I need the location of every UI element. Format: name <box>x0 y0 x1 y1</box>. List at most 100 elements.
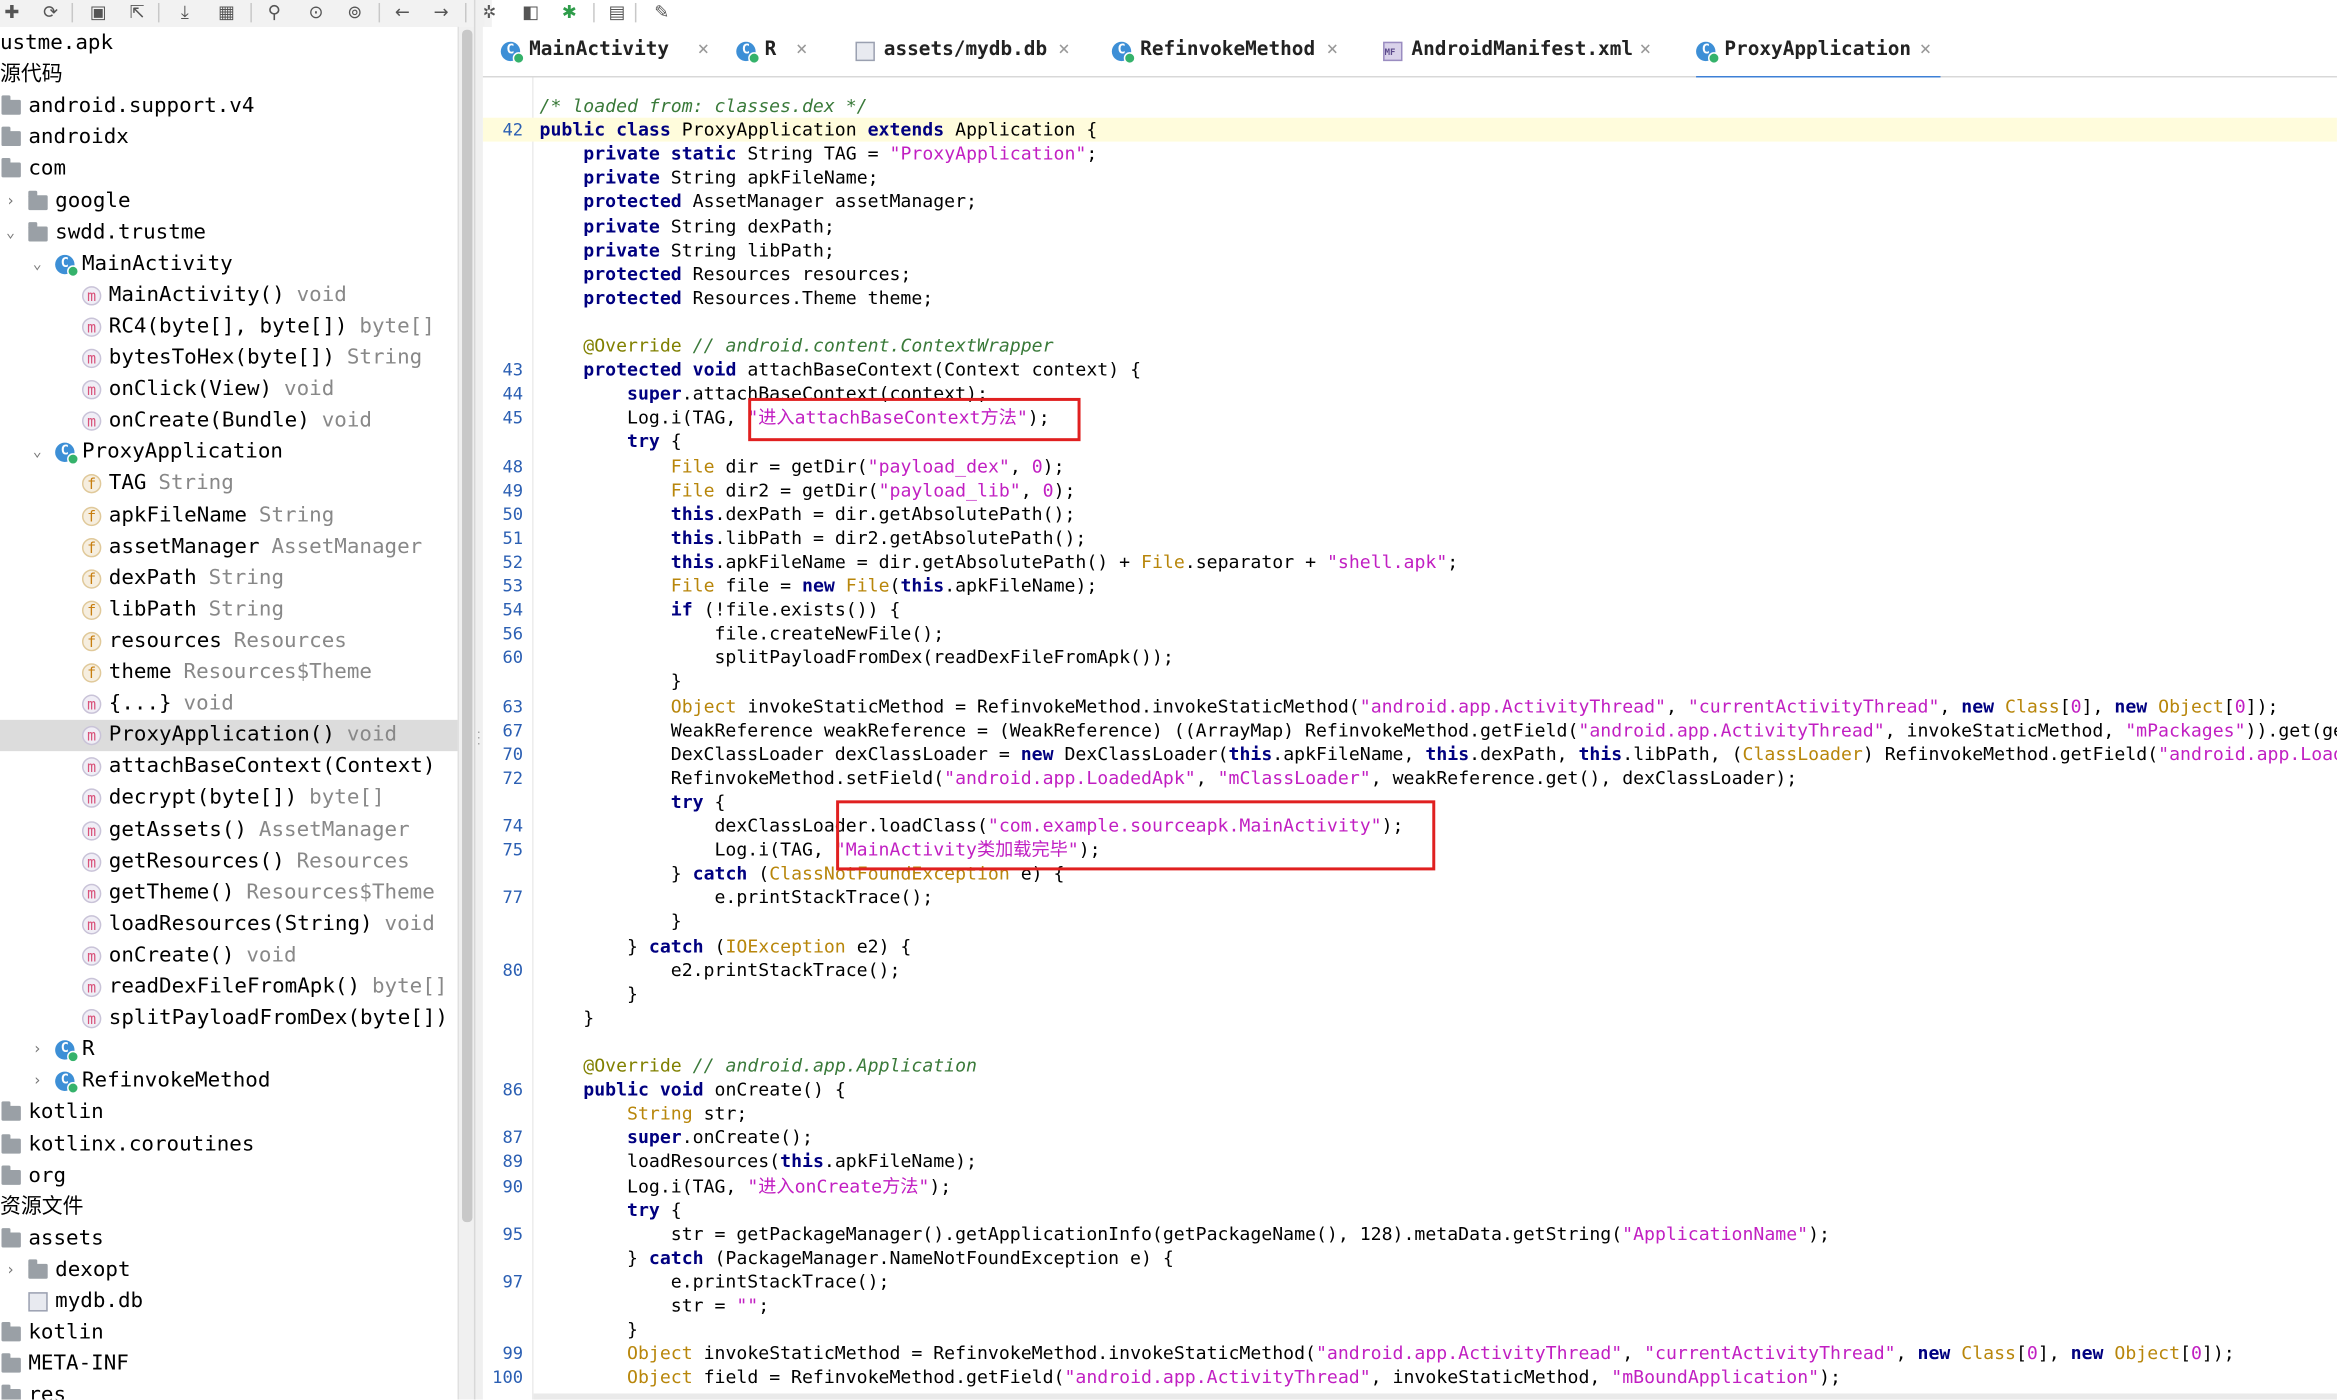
code-editor[interactable]: /* loaded from: classes.dex */ 42 public c… <box>482 77 2337 1400</box>
save-icon[interactable]: ▣ <box>86 1 110 22</box>
close-icon[interactable]: × <box>1326 27 1338 75</box>
search-class-icon[interactable]: ⊙ <box>304 1 328 22</box>
refresh-icon[interactable]: ⟳ <box>39 1 63 22</box>
close-icon[interactable]: × <box>1920 27 1932 75</box>
tab-mainactivity[interactable]: C MainActivity × <box>500 27 719 76</box>
decompile-icon[interactable]: ⤓ <box>173 1 197 22</box>
tree-item[interactable]: f apkFileName String <box>0 500 458 531</box>
tree-item[interactable]: m RC4(byte[], byte[]) byte[] <box>0 311 458 342</box>
chevron-down-icon[interactable]: ⌄ <box>3 217 18 248</box>
code-horizontal-scrollbar[interactable] <box>533 1393 2337 1400</box>
tree-item[interactable]: › C RefinvokeMethod <box>0 1066 458 1097</box>
tree-item[interactable]: m onClick(View) void <box>0 374 458 405</box>
chevron-right-icon[interactable]: › <box>3 186 18 217</box>
tree-item[interactable]: res <box>0 1381 458 1400</box>
method-icon: m <box>81 789 102 809</box>
quark-icon[interactable]: ◧ <box>519 1 543 22</box>
preferences-icon[interactable]: ✎ <box>650 1 674 22</box>
tree-item[interactable]: org <box>0 1160 458 1191</box>
tree-item-type: void <box>284 377 335 402</box>
export-icon[interactable]: ⇱ <box>125 1 149 22</box>
method-icon: m <box>81 348 102 369</box>
tree-item[interactable]: › C R <box>0 1035 458 1066</box>
tree-item[interactable]: kotlin <box>0 1098 458 1129</box>
tree-item[interactable]: 源代码 <box>0 60 458 91</box>
chevron-right-icon[interactable]: › <box>30 1035 45 1066</box>
code-content: public void onCreate() { <box>540 1078 845 1102</box>
tree-item[interactable]: m onCreate(Bundle) void <box>0 406 458 437</box>
tab-proxyapplication[interactable]: C ProxyApplication × <box>1696 27 1941 81</box>
code-text: , <box>1895 1343 1918 1364</box>
chevron-right-icon[interactable]: › <box>3 1255 18 1286</box>
tree-item-type: Resources <box>233 628 347 653</box>
tree-icon[interactable]: ▦ <box>215 1 239 22</box>
tree-item[interactable]: m {...} void <box>0 689 458 720</box>
forward-icon[interactable]: → <box>429 1 453 22</box>
tree-item[interactable]: META-INF <box>0 1349 458 1380</box>
tree-item[interactable]: ⌄ C MainActivity <box>0 248 458 279</box>
tree-item[interactable]: m getAssets() AssetManager <box>0 815 458 846</box>
search-usage-icon[interactable]: ⊚ <box>343 1 367 22</box>
tree-item[interactable]: com <box>0 154 458 185</box>
tree-item[interactable]: f dexPath String <box>0 563 458 594</box>
tree-item[interactable]: › dexopt <box>0 1255 458 1286</box>
tree-item[interactable]: f libPath String <box>0 594 458 625</box>
tree-item-label: assets <box>28 1226 104 1251</box>
tree-item[interactable]: m splitPayloadFromDex(byte[]) <box>0 1003 458 1034</box>
code-text: ); <box>1053 479 1076 501</box>
code-text: , weakReference.get(), dexClassLoader); <box>1370 767 1798 789</box>
tree-item[interactable]: f assetManager AssetManager <box>0 531 458 562</box>
tree-item[interactable]: m MainActivity() void <box>0 280 458 311</box>
tree-item[interactable]: m bytesToHex(byte[]) String <box>0 343 458 374</box>
tree-item[interactable]: m decrypt(byte[]) byte[] <box>0 783 458 814</box>
tree-item[interactable]: m readDexFileFromApk() byte[] <box>0 972 458 1003</box>
tree-item[interactable]: m onCreate() void <box>0 940 458 971</box>
tree-item[interactable]: m ProxyApplication() void <box>0 720 458 752</box>
tree-item[interactable]: f resources Resources <box>0 626 458 657</box>
tree-item[interactable]: android.support.v4 <box>0 91 458 122</box>
tree-item[interactable]: m loadResources(String) void <box>0 909 458 940</box>
tree-item[interactable]: kotlinx.coroutines <box>0 1129 458 1160</box>
tree-item[interactable]: assets <box>0 1223 458 1254</box>
chevron-down-icon[interactable]: ⌄ <box>30 248 45 279</box>
search-icon[interactable]: ⚲ <box>262 1 286 22</box>
string-literal: "currentActivityThread" <box>1644 1343 1896 1364</box>
tab-androidmanifest-xml[interactable]: MF AndroidManifest.xml × <box>1383 27 1660 76</box>
tree-item[interactable]: m getTheme() Resources$Theme <box>0 877 458 908</box>
line-number: 75 <box>502 839 524 861</box>
tab-r[interactable]: C R × <box>736 27 816 76</box>
code-line: } <box>483 910 2337 934</box>
tree-item[interactable]: ⌄ swdd.trustme <box>0 217 458 248</box>
tree-item[interactable]: ⌄ C ProxyApplication <box>0 437 458 468</box>
tab-refinvokemethod[interactable]: C RefinvokeMethod × <box>1111 27 1347 76</box>
close-icon[interactable]: × <box>1639 27 1651 75</box>
new-icon[interactable]: ✚ <box>0 1 24 22</box>
code-text: Resources.Theme theme; <box>681 287 934 309</box>
method-icon: m <box>81 317 102 337</box>
chevron-right-icon[interactable]: › <box>30 1066 45 1097</box>
debug-icon[interactable]: ✱ <box>557 1 581 22</box>
tree-item[interactable]: ustme.apk <box>0 28 458 59</box>
tree-item[interactable]: m attachBaseContext(Context) <box>0 752 458 783</box>
project-tree[interactable]: ustme.apk 源代码 android.support.v4 androidx co… <box>0 26 474 1400</box>
back-icon[interactable]: ← <box>390 1 414 22</box>
close-icon[interactable]: × <box>796 27 808 75</box>
tree-item[interactable]: androidx <box>0 123 458 154</box>
log-icon[interactable]: ▤ <box>605 1 629 22</box>
tree-item[interactable]: › google <box>0 186 458 217</box>
tab-assets-mydb-db[interactable]: assets/mydb.db × <box>855 27 1079 76</box>
tree-scrollbar-thumb[interactable] <box>462 29 473 1223</box>
tree-item[interactable]: 资源文件 <box>0 1192 458 1223</box>
chevron-down-icon[interactable]: ⌄ <box>30 437 45 468</box>
tree-item[interactable]: f theme Resources$Theme <box>0 657 458 688</box>
tree-item[interactable]: mydb.db <box>0 1286 458 1317</box>
tree-item[interactable]: m getResources() Resources <box>0 846 458 877</box>
close-icon[interactable]: × <box>698 27 710 75</box>
tree-scrollbar[interactable] <box>457 26 476 1400</box>
close-icon[interactable]: × <box>1058 27 1070 75</box>
tree-item[interactable]: f TAG String <box>0 469 458 500</box>
tree-item[interactable]: kotlin <box>0 1318 458 1349</box>
tree-item-type: void <box>384 911 435 936</box>
